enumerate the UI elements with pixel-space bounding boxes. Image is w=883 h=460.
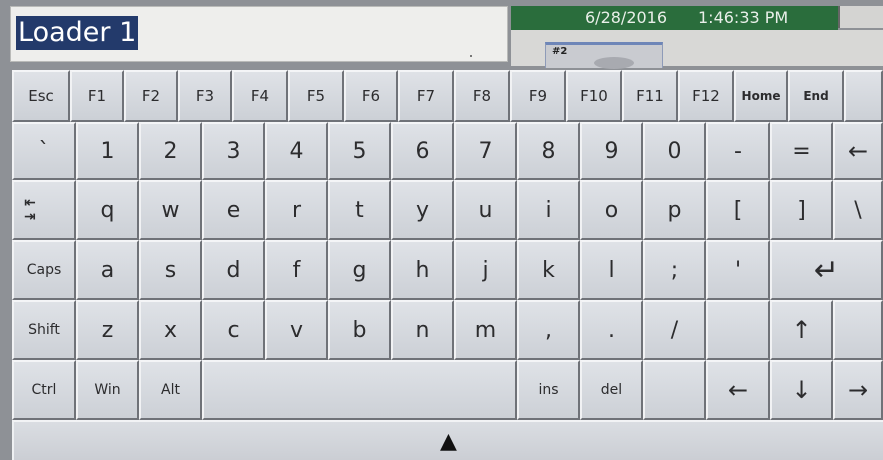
key-esc[interactable]: Esc xyxy=(12,70,70,122)
key-x[interactable]: x xyxy=(139,300,202,360)
key-semicolon[interactable]: ; xyxy=(643,240,706,300)
key-i[interactable]: i xyxy=(517,180,580,240)
key-period[interactable]: . xyxy=(580,300,643,360)
key-e[interactable]: e xyxy=(202,180,265,240)
key-f7[interactable]: F7 xyxy=(398,70,454,122)
key-s[interactable]: s xyxy=(139,240,202,300)
key-down-arrow[interactable]: ↓ xyxy=(770,360,833,420)
key-z[interactable]: z xyxy=(76,300,139,360)
key-2[interactable]: 2 xyxy=(139,122,202,180)
key-right-arrow[interactable]: → xyxy=(833,360,883,420)
key-grave[interactable]: ` xyxy=(12,122,76,180)
status-bar: 6/28/2016 1:46:33 PM xyxy=(511,6,838,30)
key-b[interactable]: b xyxy=(328,300,391,360)
key-blank-bottom[interactable] xyxy=(643,360,706,420)
collapse-up-arrow-icon: ▲ xyxy=(440,428,457,454)
input-dot xyxy=(470,55,472,57)
status-time: 1:46:33 PM xyxy=(698,8,789,27)
key-minus[interactable]: - xyxy=(706,122,770,180)
key-6[interactable]: 6 xyxy=(391,122,454,180)
key-left-bracket[interactable]: [ xyxy=(706,180,770,240)
key-h[interactable]: h xyxy=(391,240,454,300)
tab-right-arrow-icon: ⇥ xyxy=(24,209,36,225)
window-tab-label: #2 xyxy=(552,46,568,57)
key-end[interactable]: End xyxy=(788,70,844,122)
key-equals[interactable]: = xyxy=(770,122,833,180)
key-delete[interactable]: del xyxy=(580,360,643,420)
key-t[interactable]: t xyxy=(328,180,391,240)
key-3[interactable]: 3 xyxy=(202,122,265,180)
key-f9[interactable]: F9 xyxy=(510,70,566,122)
key-right-bracket[interactable]: ] xyxy=(770,180,833,240)
window-thumbnail-icon xyxy=(594,57,634,69)
key-o[interactable]: o xyxy=(580,180,643,240)
key-c[interactable]: c xyxy=(202,300,265,360)
collapse-keyboard-button[interactable]: ▲ xyxy=(12,420,883,460)
key-home[interactable]: Home xyxy=(734,70,788,122)
key-caps-lock[interactable]: Caps xyxy=(12,240,76,300)
key-f8[interactable]: F8 xyxy=(454,70,510,122)
key-5[interactable]: 5 xyxy=(328,122,391,180)
key-f[interactable]: f xyxy=(265,240,328,300)
key-up-arrow[interactable]: ↑ xyxy=(770,300,833,360)
key-left-arrow[interactable]: ← xyxy=(706,360,770,420)
key-8[interactable]: 8 xyxy=(517,122,580,180)
key-k[interactable]: k xyxy=(517,240,580,300)
key-w[interactable]: w xyxy=(139,180,202,240)
key-quote[interactable]: ' xyxy=(706,240,770,300)
status-right-panel xyxy=(838,6,883,28)
key-backslash[interactable]: \ xyxy=(833,180,883,240)
key-n[interactable]: n xyxy=(391,300,454,360)
key-7[interactable]: 7 xyxy=(454,122,517,180)
key-blank-shift-row[interactable] xyxy=(706,300,770,360)
key-r[interactable]: r xyxy=(265,180,328,240)
key-space[interactable] xyxy=(202,360,517,420)
key-blank-right[interactable] xyxy=(833,300,883,360)
key-l[interactable]: l xyxy=(580,240,643,300)
tab-left-arrow-icon: ⇤ xyxy=(24,195,36,211)
key-g[interactable]: g xyxy=(328,240,391,300)
key-y[interactable]: y xyxy=(391,180,454,240)
key-f5[interactable]: F5 xyxy=(288,70,344,122)
key-q[interactable]: q xyxy=(76,180,139,240)
status-date: 6/28/2016 xyxy=(585,8,668,27)
key-f10[interactable]: F10 xyxy=(566,70,622,122)
key-d[interactable]: d xyxy=(202,240,265,300)
key-tab[interactable]: ⇤ ⇥ xyxy=(12,180,76,240)
key-alt[interactable]: Alt xyxy=(139,360,202,420)
key-win[interactable]: Win xyxy=(76,360,139,420)
key-f11[interactable]: F11 xyxy=(622,70,678,122)
key-f1[interactable]: F1 xyxy=(70,70,124,122)
key-0[interactable]: 0 xyxy=(643,122,706,180)
key-1[interactable]: 1 xyxy=(76,122,139,180)
key-9[interactable]: 9 xyxy=(580,122,643,180)
key-blank-top-right[interactable] xyxy=(844,70,883,122)
key-m[interactable]: m xyxy=(454,300,517,360)
key-comma[interactable]: , xyxy=(517,300,580,360)
key-f3[interactable]: F3 xyxy=(178,70,232,122)
key-4[interactable]: 4 xyxy=(265,122,328,180)
window-tab[interactable]: #2 xyxy=(545,42,663,69)
text-input-value: Loader 1 xyxy=(16,16,139,50)
key-u[interactable]: u xyxy=(454,180,517,240)
key-insert[interactable]: ins xyxy=(517,360,580,420)
key-slash[interactable]: / xyxy=(643,300,706,360)
key-j[interactable]: j xyxy=(454,240,517,300)
key-f4[interactable]: F4 xyxy=(232,70,288,122)
key-ctrl[interactable]: Ctrl xyxy=(12,360,76,420)
key-f6[interactable]: F6 xyxy=(344,70,398,122)
key-a[interactable]: a xyxy=(76,240,139,300)
key-v[interactable]: v xyxy=(265,300,328,360)
key-f2[interactable]: F2 xyxy=(124,70,178,122)
key-backspace[interactable]: ← xyxy=(833,122,883,180)
key-f12[interactable]: F12 xyxy=(678,70,734,122)
key-enter[interactable]: ↵ xyxy=(770,240,883,300)
key-p[interactable]: p xyxy=(643,180,706,240)
text-input-field[interactable]: Loader 1 xyxy=(10,6,508,62)
key-shift[interactable]: Shift xyxy=(12,300,76,360)
